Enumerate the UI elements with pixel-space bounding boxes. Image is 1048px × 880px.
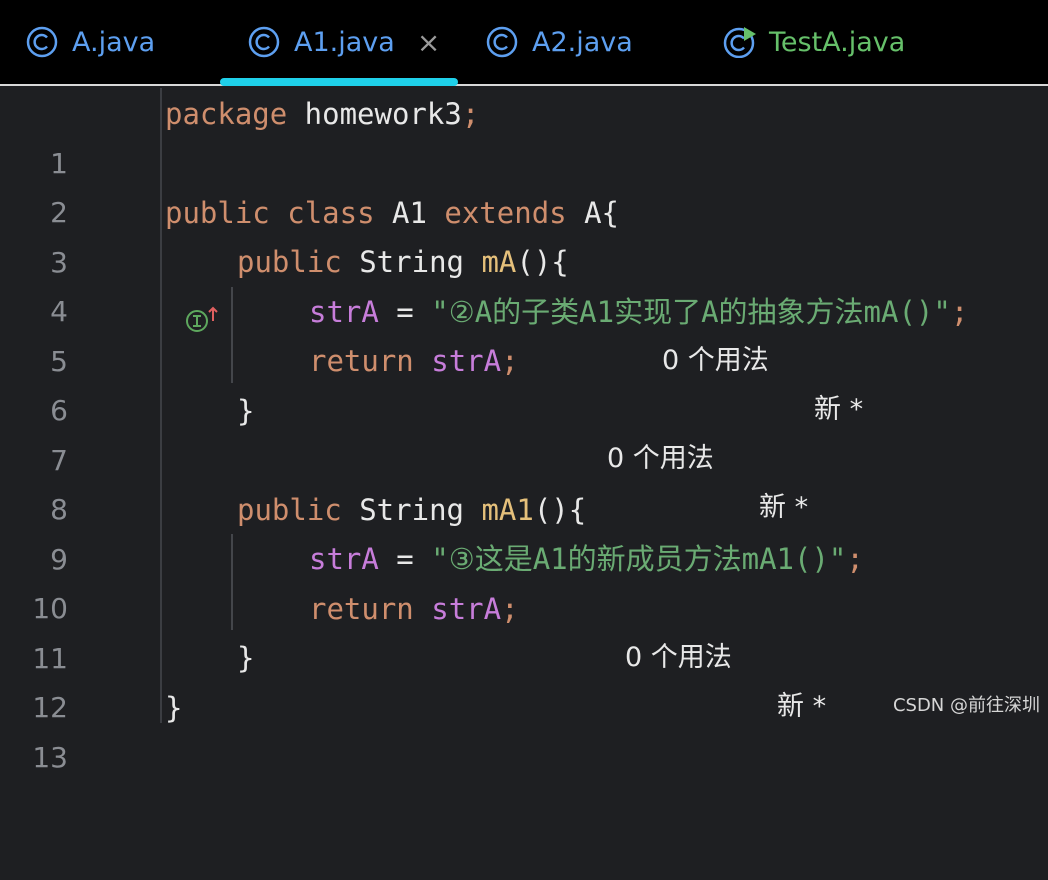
code-line: 2: [0, 139, 1048, 188]
semicolon: ;: [501, 344, 518, 378]
operator: =: [379, 542, 431, 576]
implements-method-icon[interactable]: [80, 250, 120, 278]
string-literal: "②A的子类A1实现了A的抽象方法mA()": [431, 295, 951, 329]
tab-a2-java[interactable]: A2.java: [486, 0, 633, 84]
code-line: 5 strA = "②A的子类A1实现了A的抽象方法mA()";: [0, 288, 1048, 337]
code-line: 1 package homework3;: [0, 90, 1048, 139]
code-line: 7 }: [0, 387, 1048, 436]
parent-class: A{: [567, 196, 619, 230]
closing-brace: }: [165, 684, 182, 733]
keyword: class: [287, 196, 374, 230]
class-c-icon: [26, 26, 58, 58]
tab-label: A.java: [72, 27, 155, 58]
code-line: 4 public String mA(){ 0 个用法 新 *: [0, 238, 1048, 287]
semicolon: ;: [501, 592, 518, 626]
semicolon: ;: [951, 295, 968, 329]
code-line: 11 return strA;: [0, 585, 1048, 634]
code-line: 6 return strA;: [0, 337, 1048, 386]
field-ref: strA: [431, 592, 501, 626]
editor-tab-bar: A.java A1.java × A2.java TestA.java: [0, 0, 1048, 86]
tab-a-java[interactable]: A.java: [26, 0, 155, 84]
tab-testa-java[interactable]: TestA.java: [723, 0, 905, 84]
semicolon: ;: [462, 97, 479, 131]
tab-label: TestA.java: [769, 27, 905, 58]
field-ref: strA: [309, 542, 379, 576]
keyword: package: [165, 97, 287, 131]
line-number: 13: [0, 733, 68, 782]
code-line: 3 public class A1 extends A{ 0 个用法 新 *: [0, 189, 1048, 238]
class-name: A1: [375, 196, 445, 230]
closing-brace: }: [237, 387, 254, 436]
class-c-icon: [248, 26, 280, 58]
tab-a1-java[interactable]: A1.java ×: [248, 0, 440, 84]
code-line: 9 public String mA1(){ 0 个用法 新 *: [0, 486, 1048, 535]
keyword: public: [237, 493, 342, 527]
package-name: homework3: [287, 97, 462, 131]
keyword: public: [237, 245, 342, 279]
return-type: String: [342, 493, 482, 527]
method-name: mA1: [481, 493, 533, 527]
field-ref: strA: [431, 344, 501, 378]
run-class-icon: [723, 26, 755, 58]
code-line: 13 }: [0, 684, 1048, 733]
string-literal: "③这是A1的新成员方法mA1()": [431, 542, 846, 576]
method-name: mA: [481, 245, 516, 279]
method-params: (){: [516, 245, 568, 279]
keyword: public: [165, 196, 270, 230]
keyword: return: [309, 592, 414, 626]
method-params: (){: [534, 493, 586, 527]
watermark: CSDN @前往深圳: [893, 691, 1040, 717]
code-line: 12 }: [0, 634, 1048, 683]
closing-brace: }: [237, 634, 254, 683]
semicolon: ;: [846, 542, 863, 576]
keyword: extends: [444, 196, 566, 230]
operator: =: [379, 295, 431, 329]
code-line: 10 strA = "③这是A1的新成员方法mA1()";: [0, 535, 1048, 584]
active-tab-indicator: [220, 78, 458, 86]
keyword: return: [309, 344, 414, 378]
return-type: String: [342, 245, 482, 279]
code-line: 8: [0, 436, 1048, 485]
close-tab-icon[interactable]: ×: [417, 26, 440, 59]
class-c-icon: [486, 26, 518, 58]
field-ref: strA: [309, 295, 379, 329]
code-editor[interactable]: 1 package homework3; 2 3 public class A1…: [0, 88, 1048, 723]
tab-label: A1.java: [294, 27, 395, 58]
tab-label: A2.java: [532, 27, 633, 58]
